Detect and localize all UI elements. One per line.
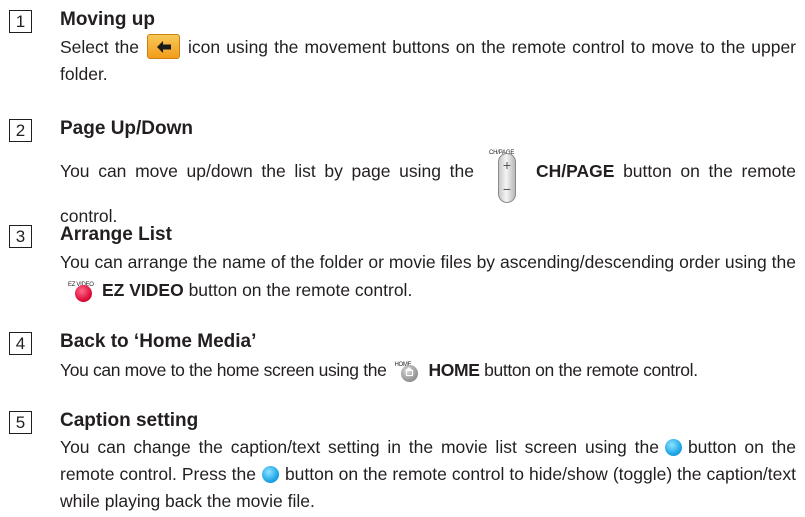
button-name: CH/PAGE: [535, 161, 615, 181]
ch-page-rocker-icon: CH/PAGE + −: [489, 143, 522, 203]
section-number: 4: [9, 332, 32, 355]
blue-button-icon: [664, 439, 682, 456]
home-button-icon: HOME: [394, 356, 422, 384]
body-text: You can move to the home screen using th…: [60, 360, 387, 380]
body-text: You can change the caption/text setting …: [60, 437, 659, 457]
section-body: You can move up/down the list by page us…: [60, 143, 796, 230]
section-number: 2: [9, 119, 32, 142]
section-number: 5: [9, 411, 32, 434]
body-text: button on the remote control.: [484, 360, 698, 380]
section-body: Select the icon using the movement button…: [60, 34, 796, 88]
section-body: You can arrange the name of the folder o…: [60, 249, 796, 304]
section-title: Caption setting: [60, 410, 199, 431]
body-text: button on the remote control.: [188, 280, 413, 300]
section-title: Arrange List: [60, 224, 172, 245]
section-title: Back to ‘Home Media’: [60, 331, 257, 352]
section-number: 3: [9, 225, 32, 248]
folder-up-icon: [147, 34, 181, 59]
button-name: EZ VIDEO: [102, 280, 184, 300]
ez-video-button-icon: EZ VIDEO: [68, 276, 96, 304]
section-title: Moving up: [60, 9, 155, 30]
body-text: You can move up/down the list by page us…: [60, 161, 474, 181]
section-number: 1: [9, 10, 32, 33]
body-text: You can arrange the name of the folder o…: [60, 252, 796, 272]
button-name: HOME: [428, 360, 480, 380]
section-body: You can move to the home screen using th…: [60, 356, 796, 384]
section-title: Page Up/Down: [60, 118, 194, 139]
body-text: Select the: [60, 37, 140, 57]
blue-button-icon: [261, 466, 279, 483]
section-body: You can change the caption/text setting …: [60, 434, 796, 515]
